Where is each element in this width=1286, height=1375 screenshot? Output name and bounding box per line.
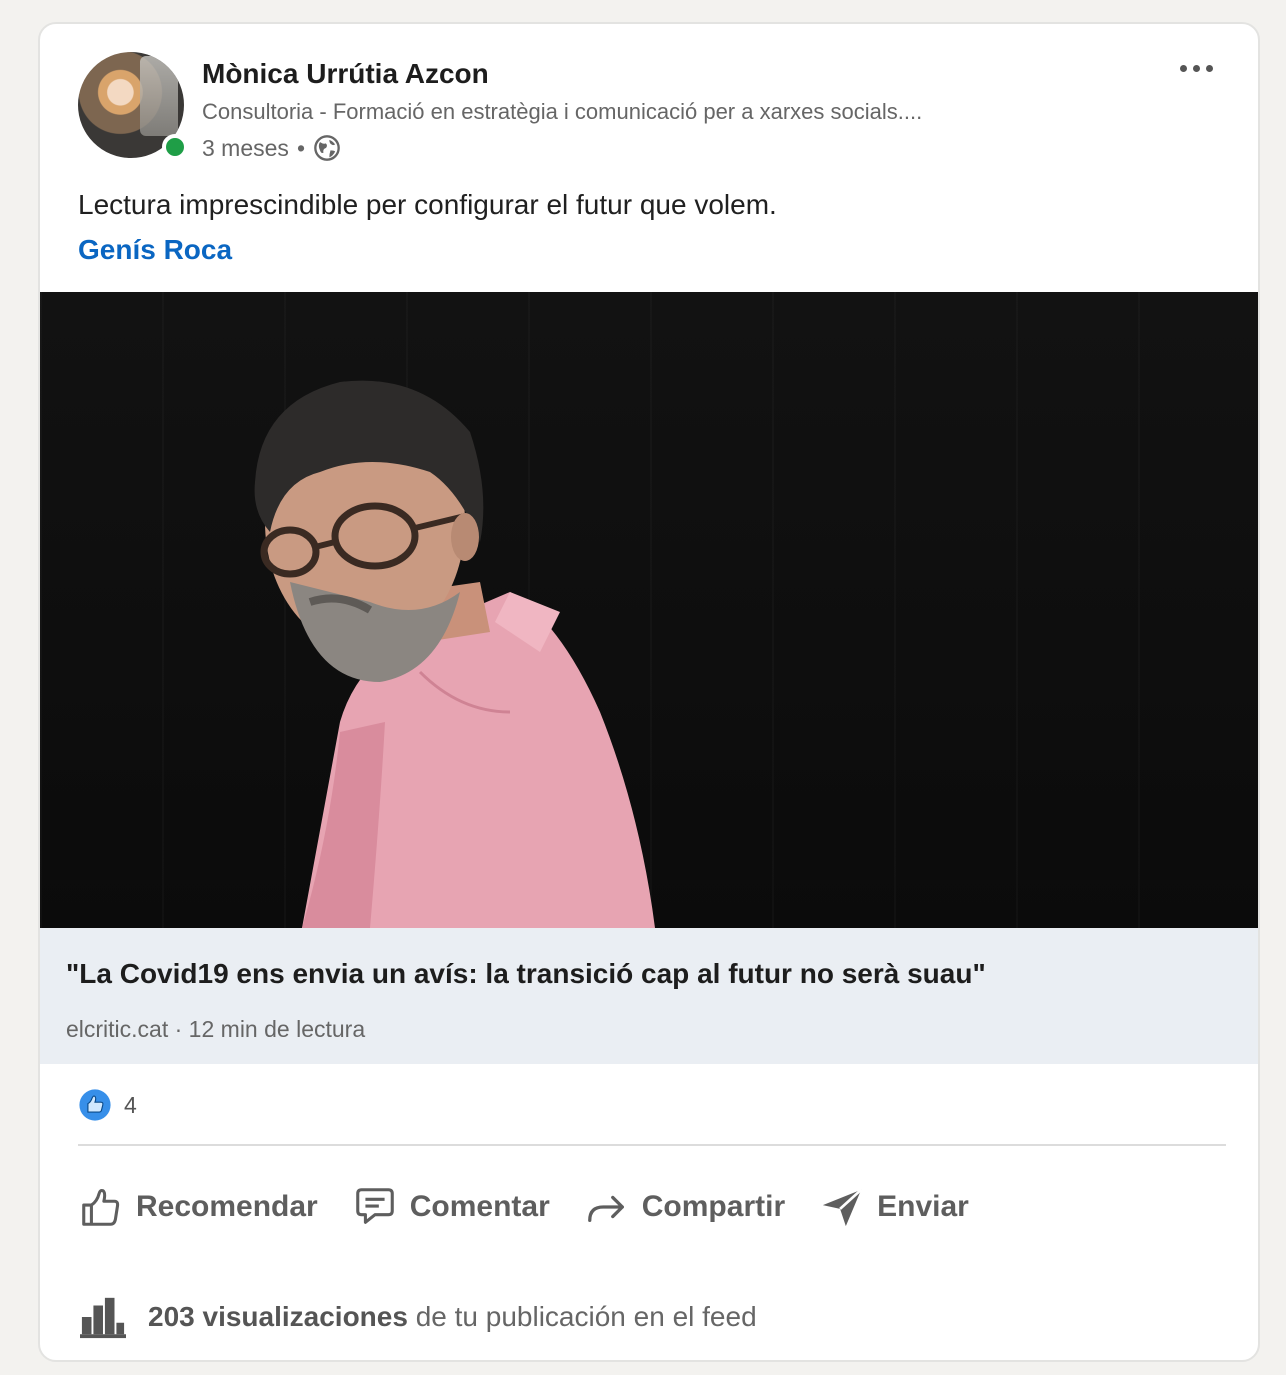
author-avatar[interactable] [78,52,188,160]
mention-link[interactable]: Genís Roca [78,234,232,266]
divider [78,1144,1226,1146]
recommend-button[interactable]: Recomendar [78,1184,318,1230]
bar-chart-icon [80,1297,126,1339]
post-text: Lectura imprescindible per configurar el… [78,189,777,220]
more-options-button[interactable] [1170,54,1222,82]
views-count: 203 visualizaciones [148,1301,408,1332]
comment-label: Comentar [409,1190,550,1223]
share-arrow-icon [587,1195,624,1223]
more-options-icon [1179,64,1187,72]
action-bar: Recomendar Comentar Compartir Enviar [78,1184,1003,1230]
post-meta: 3 meses • [202,134,341,162]
post-card: Mònica Urrútia Azcon Consultoria - Forma… [38,22,1260,1362]
reactions-summary[interactable]: 4 [78,1088,137,1122]
post-views[interactable]: 203 visualizaciones de tu publicación en… [78,1294,757,1340]
send-label: Enviar [877,1190,969,1223]
meta-separator: • [296,134,305,161]
share-label: Compartir [641,1190,786,1223]
article-source: elcritic.cat · 12 min de lectura [66,1016,366,1042]
send-button[interactable]: Enviar [819,1184,969,1230]
article-title[interactable]: "La Covid19 ens envia un avís: la transi… [66,958,986,990]
post-time: 3 meses [202,134,289,161]
comment-icon [355,1188,394,1224]
author-name[interactable]: Mònica Urrútia Azcon [202,58,489,90]
views-text: 203 visualizaciones de tu publicación en… [148,1301,757,1333]
recommend-label: Recomendar [136,1190,318,1223]
reaction-count: 4 [124,1091,137,1118]
more-options-icon-dot [1192,64,1200,72]
more-options-icon-dot [1205,64,1213,72]
globe-icon [314,135,340,161]
views-rest: de tu publicación en el feed [407,1301,757,1332]
author-headline: Consultoria - Formació en estratègia i c… [202,99,923,124]
article-link[interactable]: "La Covid19 ens envia un avís: la transi… [40,928,1258,1064]
share-button[interactable]: Compartir [584,1184,785,1230]
thumbs-up-icon [82,1188,120,1226]
article-image[interactable] [40,292,1258,928]
comment-button[interactable]: Comentar [352,1184,550,1230]
like-reaction-icon [79,1089,111,1121]
article-photo [254,380,655,928]
send-icon [822,1188,863,1227]
online-status-indicator [162,134,188,160]
